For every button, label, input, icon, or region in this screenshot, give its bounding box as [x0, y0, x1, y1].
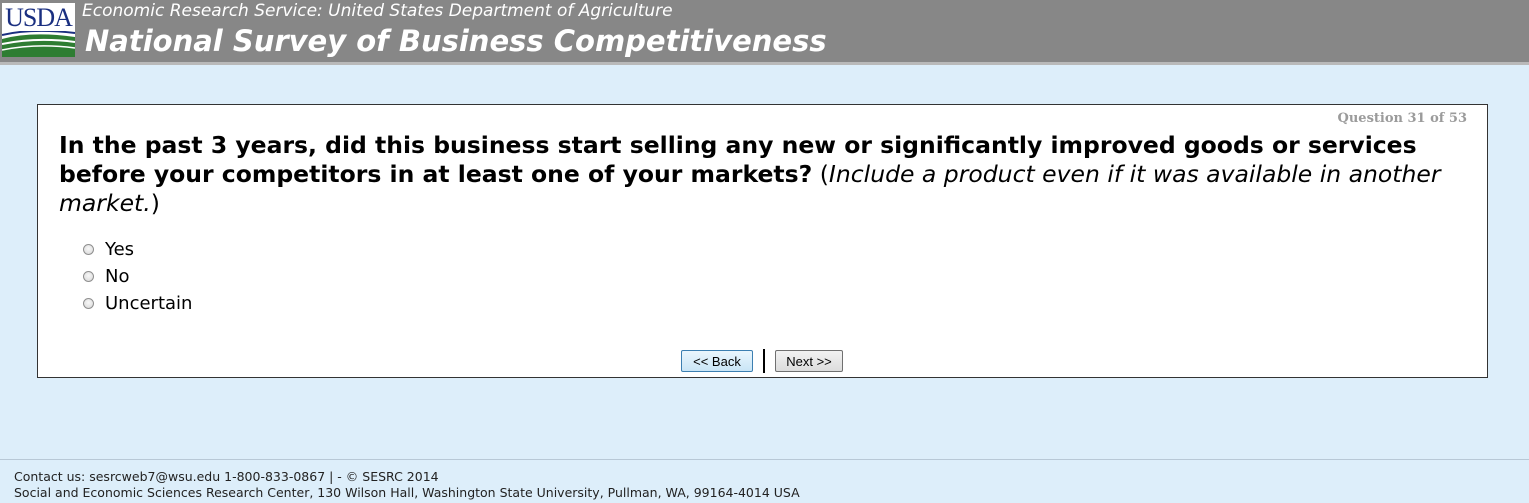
question-paren-close: ) [150, 189, 160, 217]
usda-logo: USDA [2, 3, 75, 57]
site-footer: Contact us: sesrcweb7@wsu.edu 1-800-833-… [0, 459, 1529, 503]
option-label-yes[interactable]: Yes [105, 239, 134, 260]
footer-contact: Contact us: sesrcweb7@wsu.edu 1-800-833-… [14, 469, 439, 484]
question-counter: Question 31 of 53 [1337, 111, 1467, 126]
option-uncertain[interactable]: Uncertain [83, 290, 192, 317]
question-text: In the past 3 years, did this business s… [59, 131, 1469, 218]
site-header: USDA Economic Research Service: United S… [0, 0, 1529, 65]
question-card: Question 31 of 53 In the past 3 years, d… [37, 104, 1488, 378]
option-label-no[interactable]: No [105, 266, 129, 287]
usda-logo-text: USDA [5, 3, 73, 32]
next-button[interactable]: Next >> [775, 350, 843, 372]
radio-uncertain[interactable] [83, 298, 94, 309]
option-label-uncertain[interactable]: Uncertain [105, 293, 192, 314]
radio-no[interactable] [83, 271, 94, 282]
option-no[interactable]: No [83, 263, 192, 290]
page-title: National Survey of Business Competitiven… [85, 24, 827, 58]
answer-options: Yes No Uncertain [83, 236, 192, 317]
option-yes[interactable]: Yes [83, 236, 192, 263]
nav-divider [763, 349, 765, 373]
footer-address: Social and Economic Sciences Research Ce… [14, 485, 800, 500]
radio-yes[interactable] [83, 244, 94, 255]
back-button[interactable]: << Back [681, 350, 753, 372]
survey-navigation: << Back Next >> [681, 349, 843, 373]
question-paren-open: ( [812, 160, 829, 188]
usda-logo-landscape-icon [2, 31, 75, 57]
header-subtitle: Economic Research Service: United States… [82, 1, 673, 21]
